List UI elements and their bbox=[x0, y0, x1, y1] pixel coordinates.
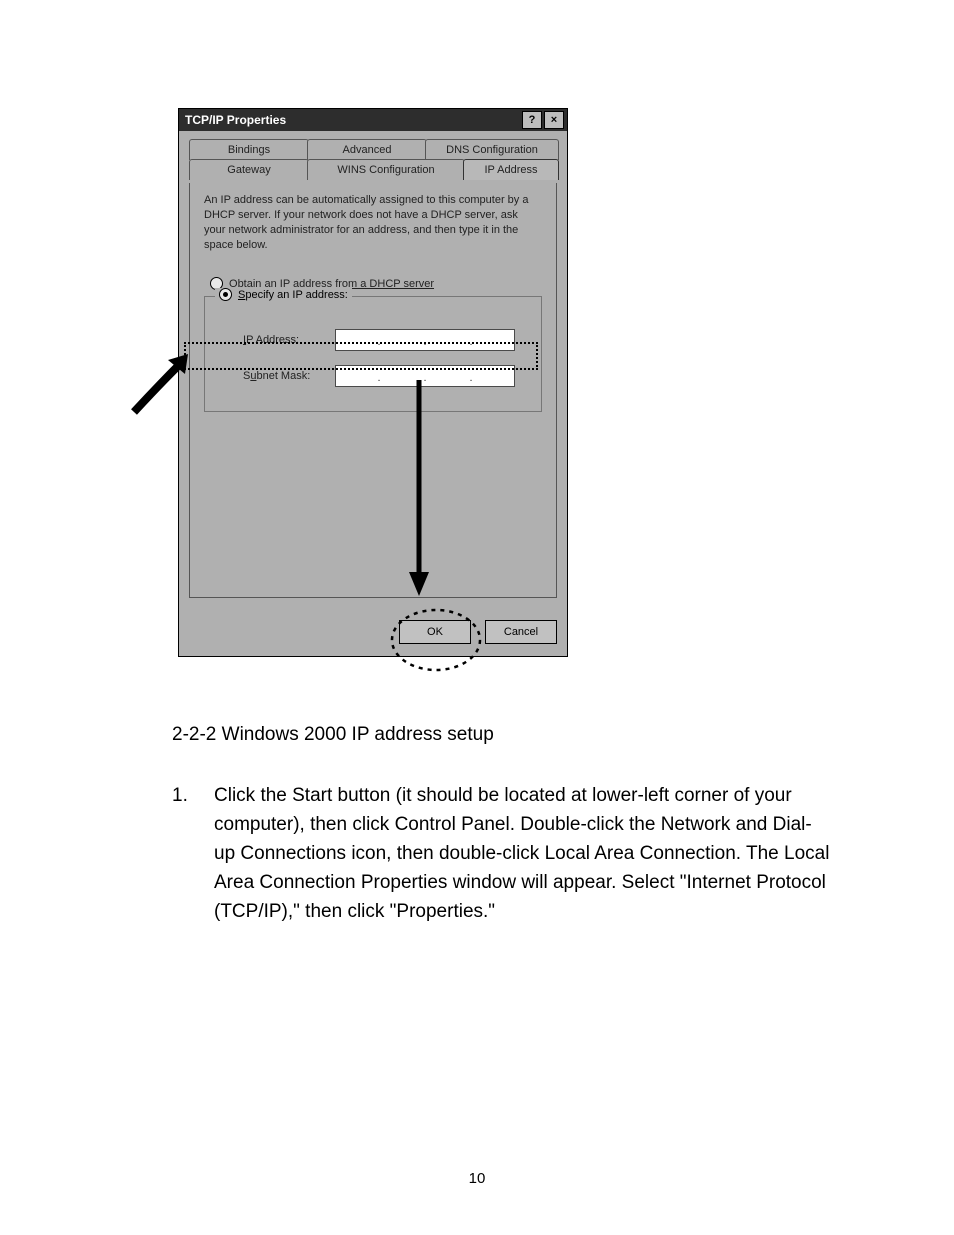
section-heading: 2-2-2 Windows 2000 IP address setup bbox=[172, 720, 832, 749]
ip-octet-4[interactable] bbox=[474, 330, 514, 350]
ip-octet-2[interactable] bbox=[382, 330, 422, 350]
mask-octet-4[interactable] bbox=[474, 366, 514, 386]
cancel-button[interactable]: Cancel bbox=[485, 620, 557, 644]
mask-octet-2[interactable] bbox=[382, 366, 422, 386]
document-body: 2-2-2 Windows 2000 IP address setup 1. C… bbox=[172, 720, 832, 926]
tab-advanced[interactable]: Advanced bbox=[307, 139, 427, 160]
tab-bindings[interactable]: Bindings bbox=[189, 139, 309, 160]
window-title: TCP/IP Properties bbox=[185, 113, 286, 127]
tab-dns-configuration[interactable]: DNS Configuration bbox=[425, 139, 559, 160]
ip-address-label: IP Address: bbox=[243, 334, 335, 346]
list-number: 1. bbox=[172, 781, 214, 926]
tcpip-properties-dialog: TCP/IP Properties ? × Bindings Advanced … bbox=[178, 108, 568, 657]
subnet-mask-label: Subnet Mask: bbox=[243, 370, 335, 382]
list-item: 1. Click the Start button (it should be … bbox=[172, 781, 832, 926]
panel-description: An IP address can be automatically assig… bbox=[204, 193, 542, 253]
tab-strip: Bindings Advanced DNS Configuration Gate… bbox=[189, 139, 557, 183]
ip-address-panel: An IP address can be automatically assig… bbox=[189, 183, 557, 598]
radio-specify-label: Specify an IP address: bbox=[238, 289, 348, 301]
ip-address-input[interactable]: . . . bbox=[335, 329, 515, 351]
close-icon[interactable]: × bbox=[544, 111, 564, 129]
mask-octet-3[interactable] bbox=[428, 366, 468, 386]
ip-octet-1[interactable] bbox=[336, 330, 376, 350]
ok-button[interactable]: OK bbox=[399, 620, 471, 644]
titlebar[interactable]: TCP/IP Properties ? × bbox=[179, 109, 567, 131]
ip-octet-3[interactable] bbox=[428, 330, 468, 350]
list-text: Click the Start button (it should be loc… bbox=[214, 781, 832, 926]
specify-ip-group: Specify an IP address: IP Address: . . . bbox=[204, 296, 542, 412]
subnet-mask-input[interactable]: . . . bbox=[335, 365, 515, 387]
help-icon[interactable]: ? bbox=[522, 111, 542, 129]
mask-octet-1[interactable] bbox=[336, 366, 376, 386]
tab-gateway[interactable]: Gateway bbox=[189, 159, 309, 180]
tab-ip-address[interactable]: IP Address bbox=[463, 159, 559, 180]
radio-icon bbox=[219, 288, 232, 301]
page-number: 10 bbox=[0, 1170, 954, 1187]
radio-specify-ip[interactable]: Specify an IP address: bbox=[215, 288, 352, 301]
tab-wins-configuration[interactable]: WINS Configuration bbox=[307, 159, 465, 180]
